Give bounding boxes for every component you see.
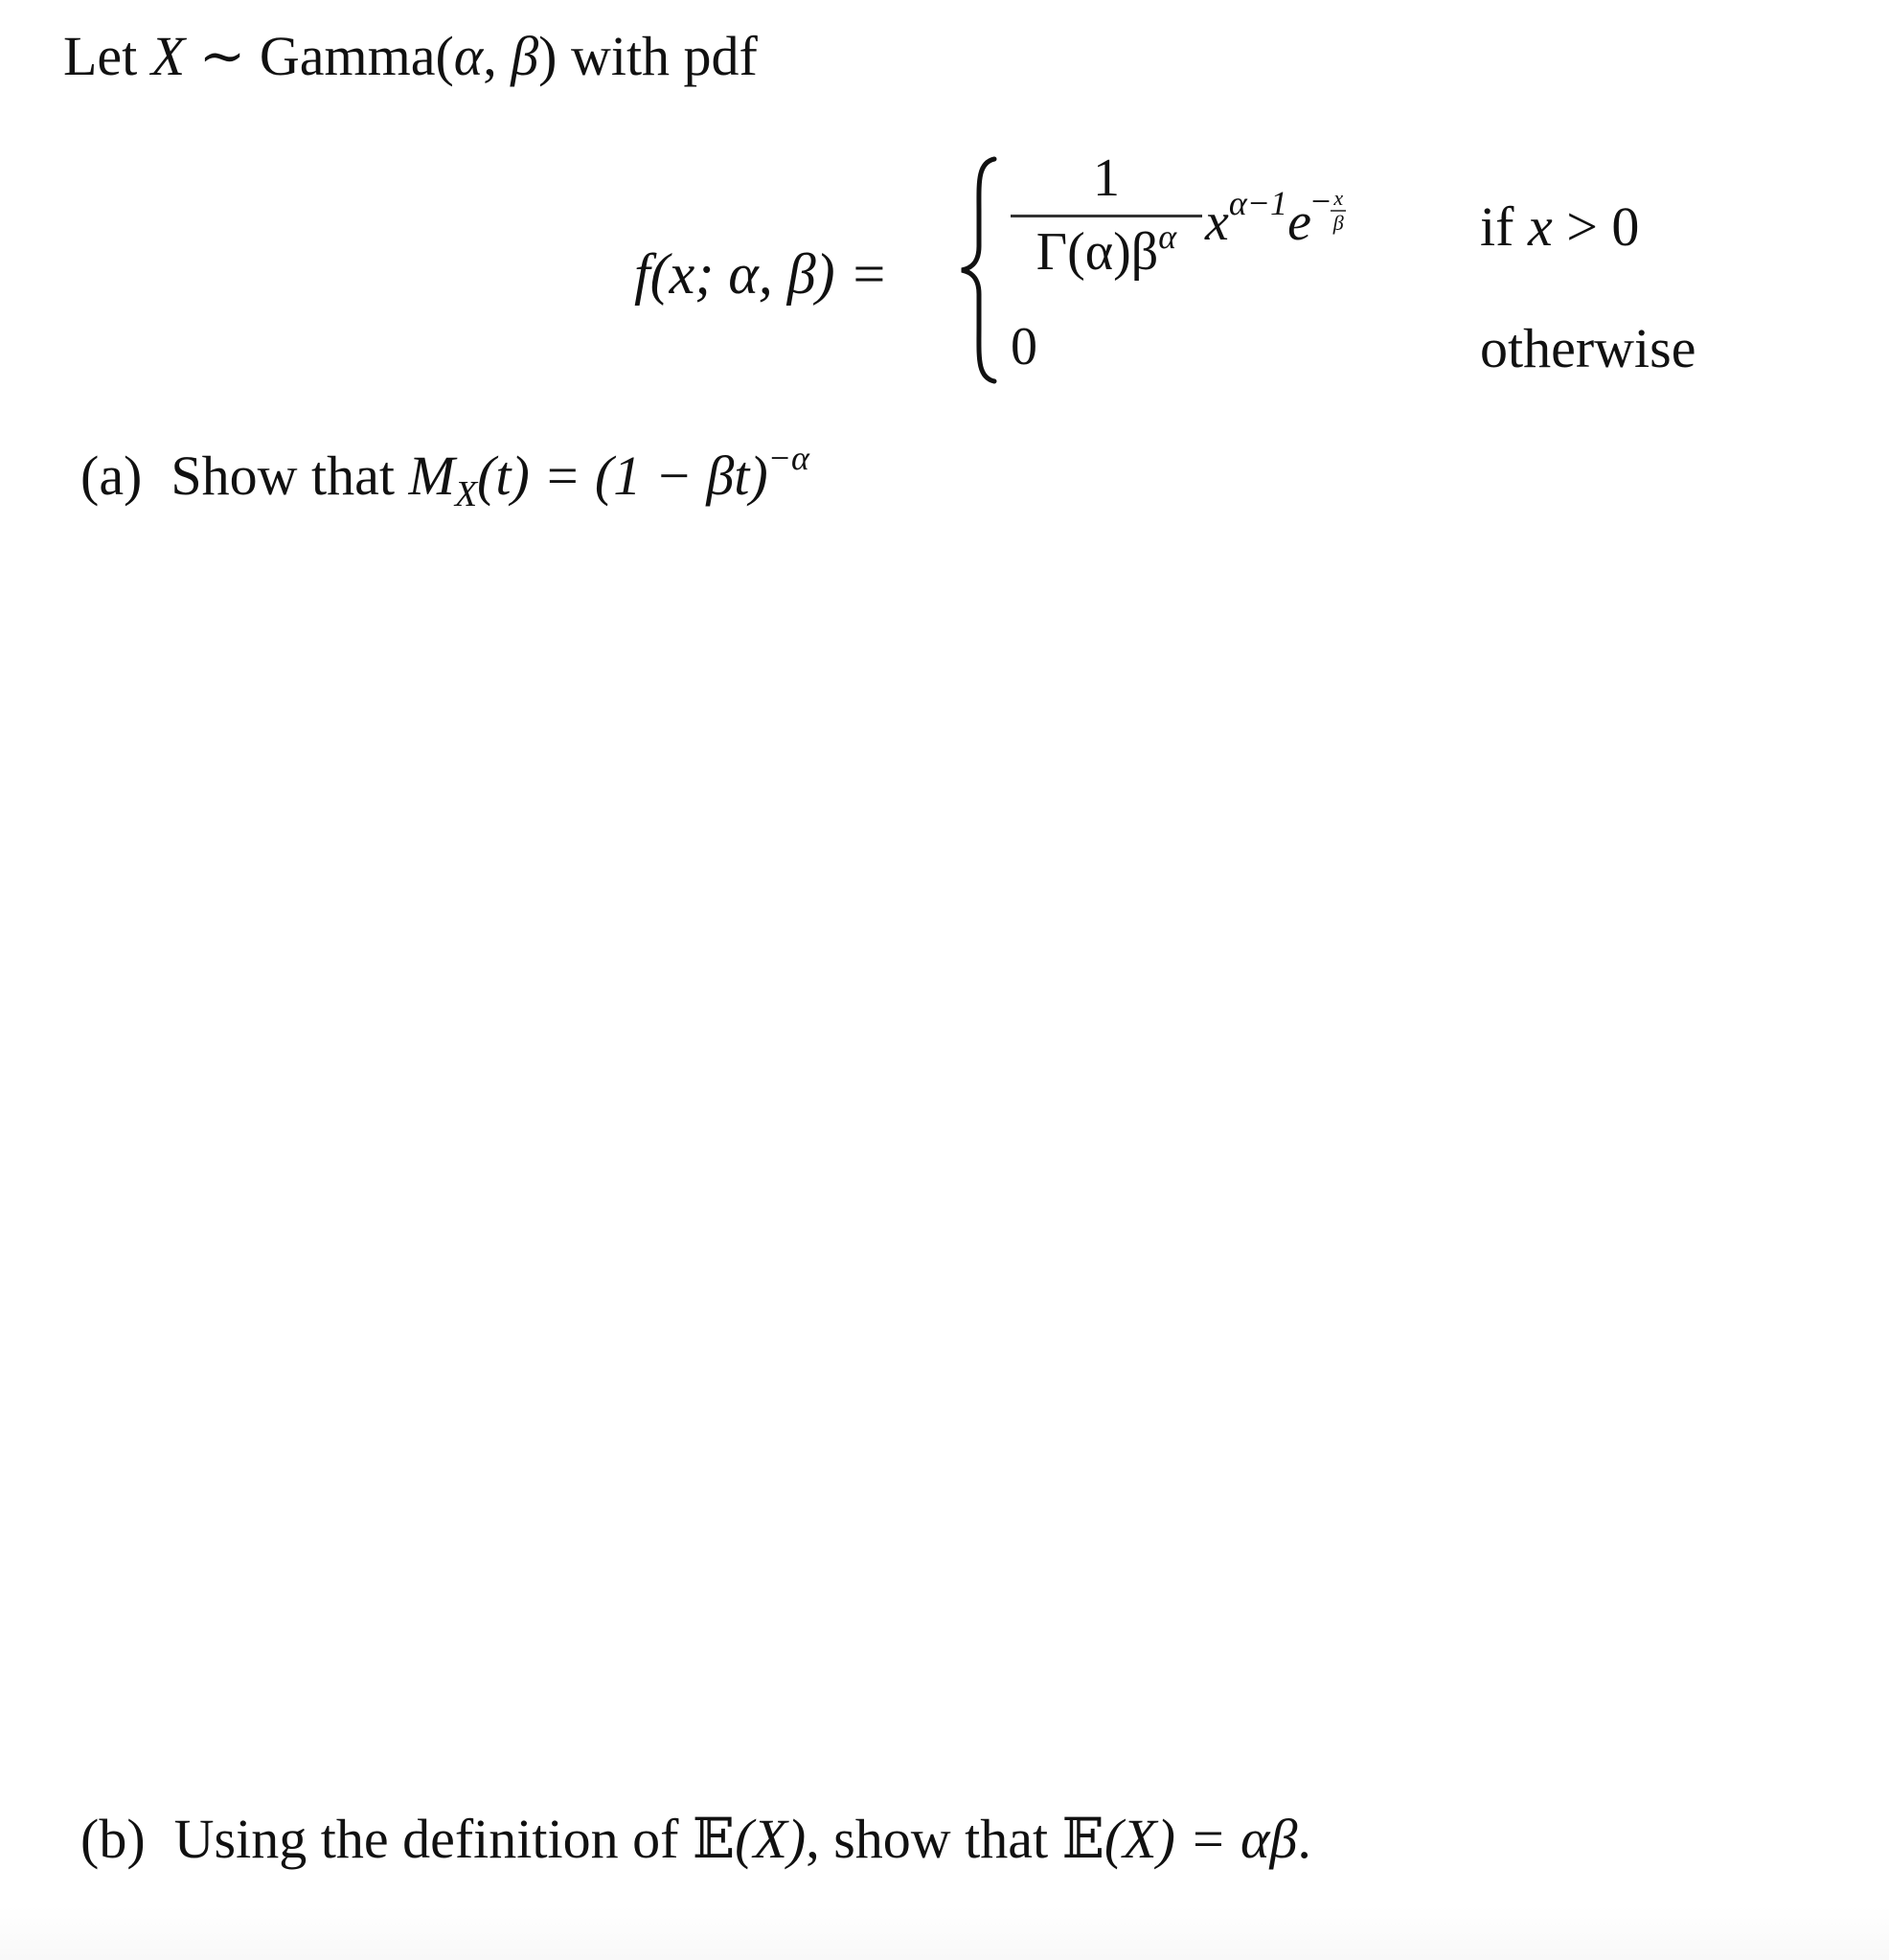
mgf-symbol: M — [408, 444, 455, 507]
expectation-symbol: 𝔼 — [1061, 1806, 1104, 1871]
beta-exponent: α — [1158, 217, 1177, 256]
mgf-expression: (t) = (1 − βt) — [477, 444, 768, 507]
pdf-case1-condition: if x > 0 — [1480, 194, 1639, 259]
fraction-denominator: Γ(α)βα — [1011, 219, 1202, 282]
part-b-text: Using the definition of — [173, 1808, 693, 1870]
close-paren: ) — [538, 25, 558, 87]
intro-prefix: Let — [63, 25, 151, 87]
part-b: (b) Using the definition of 𝔼(X), show th… — [80, 1811, 1311, 1867]
condition-if: if — [1480, 195, 1528, 258]
expectation-result: (X) = αβ — [1104, 1808, 1298, 1870]
expectation-arg: (X) — [735, 1808, 807, 1870]
beta-param: β — [511, 25, 539, 87]
mgf-exponent: −α — [767, 439, 809, 477]
condition-rest: > 0 — [1552, 195, 1640, 258]
expectation-symbol: 𝔼 — [692, 1806, 736, 1871]
pdf-case1-tail: xα−1e− x β — [1205, 182, 1347, 253]
part-b-text2: , show that — [806, 1808, 1062, 1870]
e-exponent-numerator: x — [1333, 186, 1344, 210]
distribution-name: Gamma( — [259, 25, 454, 87]
part-a: (a) Show that MX(t) = (1 − βt)−α — [80, 441, 809, 513]
mgf-subscript: X — [454, 474, 478, 514]
pdf-fraction: 1 Γ(α)βα — [1011, 151, 1202, 279]
random-variable-x: X — [150, 25, 186, 87]
e-term: e — [1287, 193, 1311, 252]
part-a-label: (a) — [80, 444, 143, 507]
x-term: x — [1205, 193, 1229, 252]
distributed-as-symbol: ∼ — [185, 25, 260, 87]
pdf-case2-condition: otherwise — [1480, 317, 1696, 379]
part-a-text: Show that — [171, 444, 409, 507]
left-brace-icon — [961, 156, 997, 384]
alpha-param: α — [453, 25, 484, 87]
e-exponent-fraction: xβ — [1331, 186, 1347, 235]
comma: , — [483, 25, 512, 87]
pdf-lhs: f(x; α, β) = — [634, 242, 889, 306]
e-exponent-sign: − — [1310, 182, 1331, 220]
fraction-numerator: 1 — [1093, 148, 1120, 208]
period: . — [1297, 1808, 1311, 1870]
e-exponent-denominator: β — [1332, 211, 1344, 235]
gamma-function: Γ(α)β — [1036, 222, 1159, 282]
part-b-label: (b) — [80, 1808, 146, 1870]
problem-intro: Let X ∼ Gamma(α, β) with pdf — [63, 29, 758, 84]
condition-var: x — [1527, 195, 1553, 258]
x-exponent: α−1 — [1228, 184, 1288, 222]
pdf-case2-value: 0 — [1011, 317, 1037, 376]
intro-suffix: with pdf — [557, 25, 758, 87]
